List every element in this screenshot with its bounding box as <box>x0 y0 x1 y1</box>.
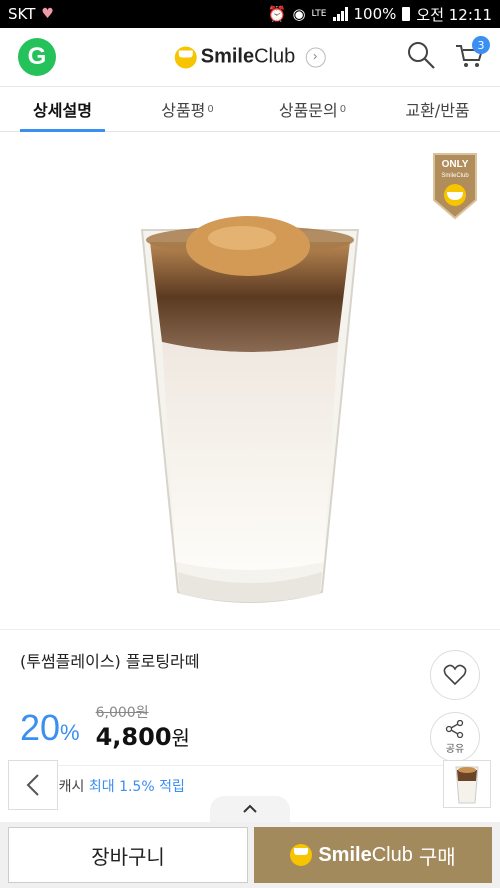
product-tabs: 상세설명 상품평 0 상품문의 0 교환/반품 <box>0 86 500 132</box>
buy-brand-text: SmileClub <box>318 843 413 866</box>
battery-icon <box>402 7 411 21</box>
smile-logo-icon <box>174 46 197 68</box>
cart-count-badge: 3 <box>472 36 490 54</box>
cart-button[interactable]: 3 <box>454 36 490 74</box>
status-bar: SKT ♥ ⏰ ◉ LTE 100% 오전 12:11 <box>0 0 500 28</box>
back-button[interactable] <box>8 760 58 810</box>
carrier-label: SKT <box>8 5 36 23</box>
only-smileclub-badge: ONLY SmileClub <box>433 153 477 220</box>
share-button[interactable]: 공유 <box>430 712 480 762</box>
product-title: (투썸플레이스) 플로팅라떼 <box>20 652 200 671</box>
battery-percent: 100% <box>353 5 397 23</box>
tab-exchange-return[interactable]: 교환/반품 <box>375 87 500 131</box>
gmarket-logo[interactable]: G <box>18 38 56 76</box>
search-icon[interactable] <box>406 40 436 74</box>
chevron-left-icon <box>26 774 39 796</box>
product-info: (투썸플레이스) 플로팅라떼 공유 20% 6,000원 4,800원 스마일캐… <box>0 630 500 796</box>
heart-icon: ♥ <box>41 6 54 22</box>
heart-outline-icon <box>443 664 467 686</box>
signal-icon <box>332 7 348 21</box>
discount-rate: 20% <box>20 707 80 748</box>
smile-logo-icon <box>290 844 313 866</box>
alarm-icon: ⏰ <box>267 5 287 23</box>
latte-glass-image <box>140 216 360 603</box>
clock: 오전 12:11 <box>416 5 492 24</box>
tab-reviews[interactable]: 상품평 0 <box>125 87 250 131</box>
sale-price: 4,800원 <box>95 723 190 751</box>
smile-cash-info: 스마일캐시 최대 1.5% 적립 <box>20 765 480 796</box>
chevron-right-icon: › <box>305 47 326 67</box>
svg-text:ONLY: ONLY <box>442 159 469 170</box>
original-price: 6,000원 <box>95 705 149 721</box>
share-icon <box>445 719 464 738</box>
latte-thumbnail-image <box>455 766 479 804</box>
price-row: 20% 6,000원 4,800원 <box>20 702 480 751</box>
smileclub-buy-button[interactable]: SmileClub 구매 <box>254 827 492 883</box>
tab-details[interactable]: 상세설명 <box>0 87 125 132</box>
bottom-action-bar: 장바구니 SmileClub 구매 <box>0 822 500 888</box>
add-to-cart-button[interactable]: 장바구니 <box>8 827 248 883</box>
wifi-icon: ◉ <box>292 5 306 23</box>
product-thumbnail[interactable] <box>443 760 491 808</box>
favorite-button[interactable] <box>430 650 480 700</box>
svg-text:SmileClub: SmileClub <box>441 173 469 179</box>
product-image-area[interactable]: ONLY SmileClub <box>0 132 500 630</box>
expand-panel-handle[interactable] <box>210 796 290 822</box>
network-label: LTE <box>311 9 327 19</box>
buy-label: 구매 <box>418 844 456 869</box>
brand-text: SmileClub <box>200 45 296 68</box>
tab-inquiries[interactable]: 상품문의 0 <box>250 87 375 131</box>
app-header: G SmileClub › 3 <box>0 28 500 86</box>
share-label: 공유 <box>445 743 465 755</box>
chevron-up-icon <box>243 804 257 813</box>
smileclub-brand[interactable]: SmileClub › <box>174 45 326 69</box>
